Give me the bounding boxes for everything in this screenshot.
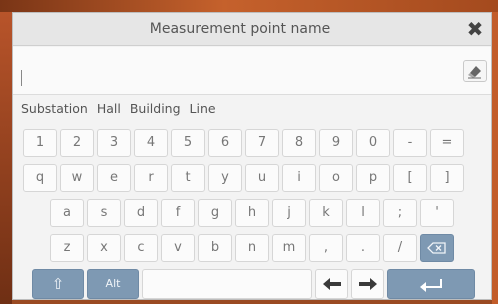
dialog-title: Measurement point name bbox=[149, 21, 331, 37]
text-caret bbox=[21, 70, 22, 86]
key[interactable]: . bbox=[346, 234, 380, 262]
key[interactable]: - bbox=[393, 129, 427, 157]
backspace-icon bbox=[427, 242, 446, 254]
key[interactable]: i bbox=[282, 164, 316, 192]
key[interactable]: o bbox=[319, 164, 353, 192]
close-icon: ✖ bbox=[466, 17, 484, 41]
key[interactable]: l bbox=[346, 199, 380, 227]
enter-key[interactable] bbox=[387, 269, 475, 299]
key[interactable]: h bbox=[235, 199, 269, 227]
key[interactable]: 6 bbox=[208, 129, 242, 157]
key[interactable]: 9 bbox=[319, 129, 353, 157]
key[interactable]: 5 bbox=[171, 129, 205, 157]
key[interactable]: e bbox=[97, 164, 131, 192]
background-top-strip bbox=[0, 0, 498, 12]
arrow-left-icon bbox=[322, 278, 341, 290]
keyboard-row-zxcv: z x c v b n m , . / bbox=[13, 234, 491, 262]
suggestion-line[interactable]: Line bbox=[190, 101, 216, 116]
suggestion-substation[interactable]: Substation bbox=[21, 101, 88, 116]
arrow-right-key[interactable] bbox=[351, 269, 384, 299]
key[interactable]: m bbox=[272, 234, 306, 262]
arrow-left-key[interactable] bbox=[315, 269, 348, 299]
key[interactable]: [ bbox=[393, 164, 427, 192]
key[interactable]: 7 bbox=[245, 129, 279, 157]
background-left-strip bbox=[0, 12, 12, 304]
suggestion-hall[interactable]: Hall bbox=[97, 101, 121, 116]
keyboard-row-numbers: 1 2 3 4 5 6 7 8 9 0 - = bbox=[13, 129, 491, 157]
on-screen-keyboard: 1 2 3 4 5 6 7 8 9 0 - = q w e r t y u i … bbox=[13, 123, 491, 299]
key[interactable]: = bbox=[430, 129, 464, 157]
key[interactable]: 1 bbox=[23, 129, 57, 157]
alt-key[interactable]: Alt bbox=[87, 269, 139, 299]
close-button[interactable]: ✖ bbox=[463, 17, 487, 41]
key[interactable]: 4 bbox=[134, 129, 168, 157]
key[interactable]: c bbox=[124, 234, 158, 262]
arrow-right-icon bbox=[358, 278, 377, 290]
key[interactable]: s bbox=[87, 199, 121, 227]
input-row bbox=[13, 47, 491, 95]
shift-key[interactable]: ⇧ bbox=[32, 269, 84, 299]
suggestion-building[interactable]: Building bbox=[130, 101, 181, 116]
key[interactable]: ' bbox=[420, 199, 454, 227]
clear-input-button[interactable] bbox=[463, 60, 487, 82]
measurement-point-name-input[interactable] bbox=[13, 47, 463, 95]
dialog-titlebar: Measurement point name ✖ bbox=[13, 13, 491, 46]
key[interactable]: d bbox=[124, 199, 158, 227]
key[interactable]: 0 bbox=[356, 129, 390, 157]
backspace-key[interactable] bbox=[420, 234, 454, 262]
key[interactable]: u bbox=[245, 164, 279, 192]
keyboard-row-asdf: a s d f g h j k l ; ' bbox=[13, 199, 491, 227]
key[interactable]: k bbox=[309, 199, 343, 227]
key[interactable]: z bbox=[50, 234, 84, 262]
suggestion-bar: Substation Hall Building Line bbox=[21, 95, 225, 121]
keyboard-dialog: Measurement point name ✖ Substation Hall… bbox=[12, 12, 492, 300]
key[interactable]: x bbox=[87, 234, 121, 262]
key[interactable]: g bbox=[198, 199, 232, 227]
key[interactable]: a bbox=[50, 199, 84, 227]
key[interactable]: y bbox=[208, 164, 242, 192]
key[interactable]: v bbox=[161, 234, 195, 262]
key[interactable]: w bbox=[60, 164, 94, 192]
key[interactable]: p bbox=[356, 164, 390, 192]
key[interactable]: / bbox=[383, 234, 417, 262]
enter-icon bbox=[420, 279, 442, 292]
key[interactable]: , bbox=[309, 234, 343, 262]
key[interactable]: ; bbox=[383, 199, 417, 227]
key[interactable]: 8 bbox=[282, 129, 316, 157]
key[interactable]: j bbox=[272, 199, 306, 227]
key[interactable]: t bbox=[171, 164, 205, 192]
space-key[interactable] bbox=[142, 269, 312, 299]
key[interactable]: b bbox=[198, 234, 232, 262]
eraser-icon bbox=[468, 66, 481, 79]
background-right-strip bbox=[492, 12, 498, 304]
key[interactable]: 3 bbox=[97, 129, 131, 157]
keyboard-row-functions: ⇧ Alt bbox=[13, 269, 491, 299]
keyboard-row-qwerty: q w e r t y u i o p [ ] bbox=[13, 164, 491, 192]
key[interactable]: 2 bbox=[60, 129, 94, 157]
key[interactable]: n bbox=[235, 234, 269, 262]
key[interactable]: ] bbox=[430, 164, 464, 192]
key[interactable]: r bbox=[134, 164, 168, 192]
key[interactable]: q bbox=[23, 164, 57, 192]
key[interactable]: f bbox=[161, 199, 195, 227]
